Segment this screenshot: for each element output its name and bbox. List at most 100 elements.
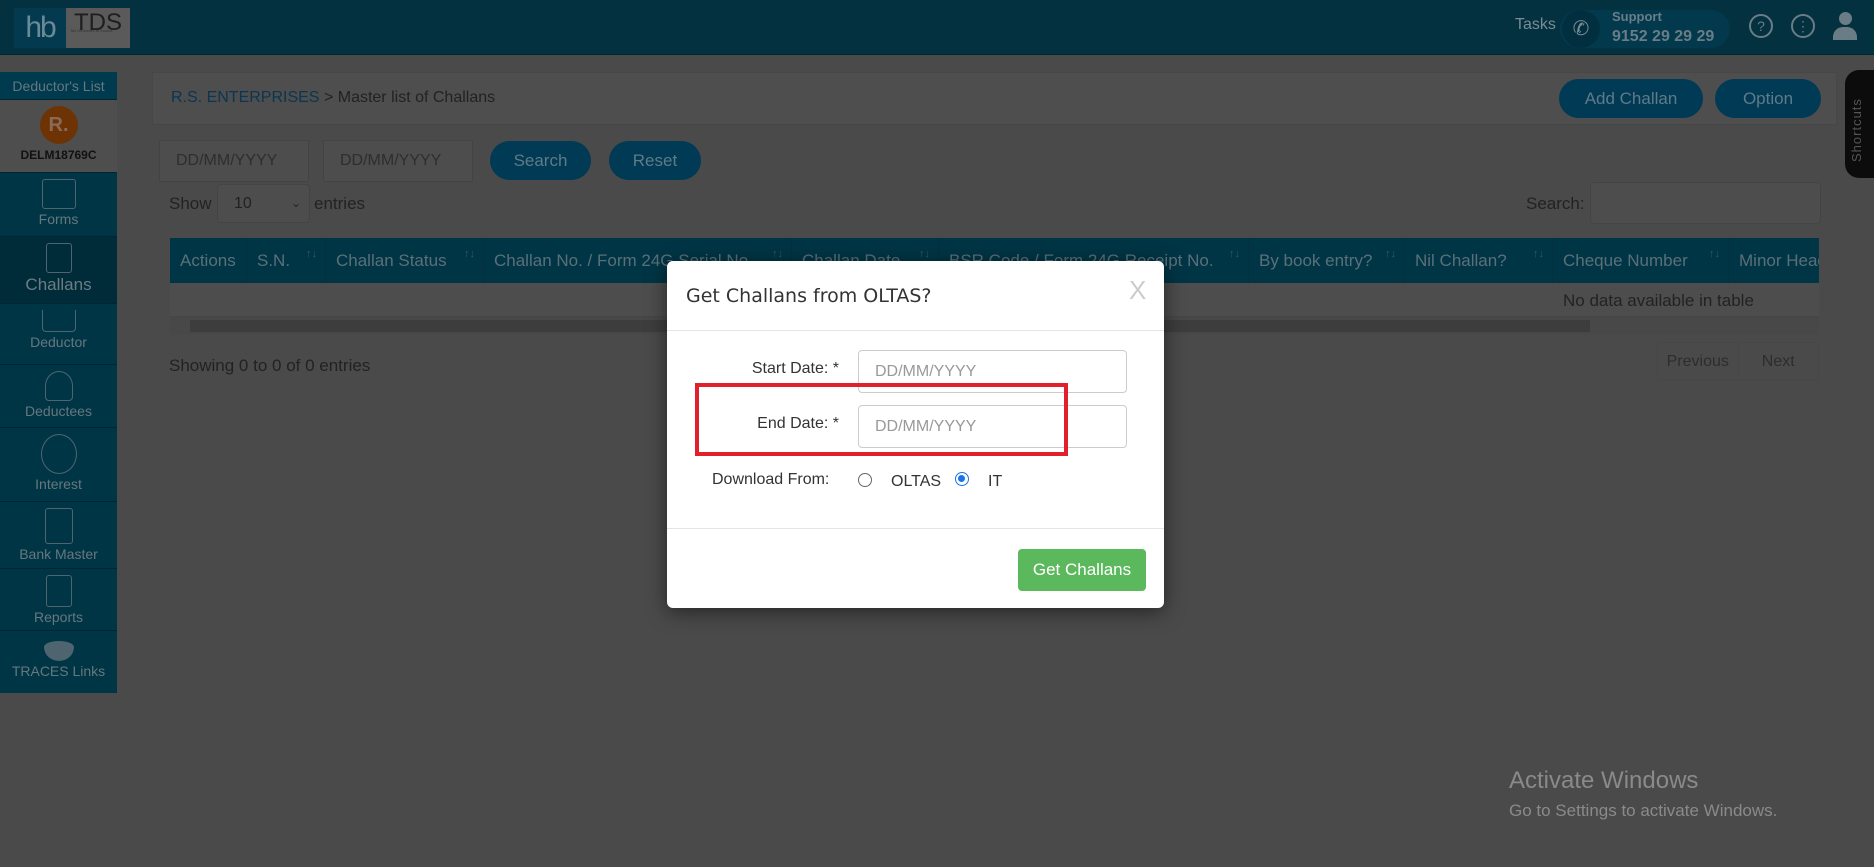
watermark-subtitle: Go to Settings to activate Windows. [1509,801,1778,820]
crown-icon [41,310,76,332]
sort-icon: ↑↓ [1709,248,1720,260]
col-book-entry[interactable]: By book entry? ↑↓ [1249,238,1405,283]
sidebar-item-label: Interest [35,476,82,492]
support-label: Support [1612,9,1662,24]
user-icon[interactable] [1833,12,1857,42]
reset-button[interactable]: Reset [609,141,701,180]
sidebar-item-label: Deductees [25,403,92,419]
logo-hb: hb [14,8,66,48]
radio-it[interactable] [955,472,969,486]
deductors-list-link[interactable]: Deductor's List [0,72,117,100]
logo-tagline: Tax Deducted at Source [70,28,113,33]
traces-icon [43,641,74,661]
from-date-input[interactable]: DD/MM/YYYY [159,140,309,182]
col-label: Nil Challan? [1415,251,1507,270]
sidebar-item-label: Forms [38,211,79,227]
table-search-input[interactable] [1590,182,1821,224]
add-challan-button[interactable]: Add Challan [1559,79,1703,118]
download-from-label: Download From: [712,471,830,488]
sidebar-item-traces-links[interactable]: TRACES Links [0,631,117,693]
col-challan-status[interactable]: Challan Status ↑↓ [326,238,484,283]
money-bag-icon [40,434,77,474]
close-icon[interactable]: X [1129,275,1146,306]
logo-tds: TDS Tax Deducted at Source [66,8,130,48]
col-label: Actions [180,251,236,270]
col-label: By book entry? [1259,251,1373,270]
bank-icon [44,508,73,544]
sidebar-item-bank-master[interactable]: Bank Master [0,502,117,569]
table-search-label: Search: [1526,194,1585,213]
more-icon[interactable]: ⋮ [1791,14,1815,38]
breadcrumb-current: Master list of Challans [337,89,496,106]
modal-divider [667,330,1164,331]
sidebar-item-label: Deductor [30,334,87,350]
col-label: S.N. [257,251,291,270]
tasks-link[interactable]: Tasks [1515,16,1556,34]
sort-icon: ↑↓ [1533,248,1544,260]
to-date-input[interactable]: DD/MM/YYYY [323,140,473,182]
top-header: hb TDS Tax Deducted at Source Tasks ✆ Sup… [0,0,1874,55]
start-date-label: Start Date: * [751,360,839,377]
logo[interactable]: hb TDS Tax Deducted at Source [14,8,130,48]
report-icon [45,575,72,607]
it-label[interactable]: IT [988,473,1002,491]
oltas-label[interactable]: OLTAS [891,473,941,491]
sidebar-item-label: Challans [25,275,92,294]
deductor-id: DELM18769C [20,148,97,162]
sidebar-item-label: TRACES Links [11,663,106,679]
chevron-down-icon: ⌄ [290,196,301,210]
help-icon[interactable]: ? [1749,14,1773,38]
empty-message: No data available in table [1563,291,1754,310]
pagination: Previous Next [1657,342,1819,381]
col-label: Minor Head [1739,251,1819,270]
col-minor-head[interactable]: Minor Head [1729,238,1819,283]
watermark-title: Activate Windows [1509,767,1699,794]
option-button[interactable]: Option [1715,79,1821,118]
entries-select[interactable]: 10 ⌄ [217,184,310,223]
shortcuts-tab[interactable]: Shortcuts [1845,70,1874,178]
modal-divider [667,528,1164,529]
get-challans-modal: Get Challans from OLTAS? X Start Date: *… [667,261,1164,608]
shortcuts-label: Shortcuts [1849,98,1864,162]
sort-icon: ↑↓ [464,248,475,260]
radio-oltas[interactable] [858,473,872,487]
col-label: Challan Status [336,251,447,270]
col-nil-challan[interactable]: Nil Challan? ↑↓ [1405,238,1553,283]
col-sn[interactable]: S.N. ↑↓ [247,238,326,283]
breadcrumb-company[interactable]: R.S. ENTERPRISES [171,89,319,106]
sidebar-item-forms[interactable]: Forms [0,173,117,237]
next-button[interactable]: Next [1739,343,1819,380]
modal-title: Get Challans from OLTAS? [686,285,932,307]
sidebar-item-reports[interactable]: Reports [0,569,117,631]
sort-icon: ↑↓ [1229,248,1240,260]
get-challans-button[interactable]: Get Challans [1018,549,1146,591]
sort-icon: ↑↓ [1385,248,1396,260]
challan-icon [45,243,72,273]
sidebar: Deductor's List R. DELM18769C Forms Chal… [0,72,117,693]
col-label: Cheque Number [1563,251,1688,270]
sidebar-item-challans[interactable]: Challans [0,237,117,304]
sidebar-item-deductees[interactable]: Deductees [0,365,117,428]
breadcrumb: R.S. ENTERPRISES > Master list of Challa… [171,89,495,107]
forms-icon [41,179,76,209]
col-cheque-number[interactable]: Cheque Number ↑↓ [1553,238,1729,283]
avatar: R. [39,106,78,144]
support-phone: 9152 29 29 29 [1612,28,1715,45]
entries-value: 10 [234,195,252,212]
show-label: Show [169,194,212,213]
search-button[interactable]: Search [490,141,591,180]
col-actions[interactable]: Actions [170,238,247,283]
sidebar-item-label: Bank Master [19,546,98,562]
highlight-box [695,383,1068,456]
previous-button[interactable]: Previous [1658,343,1739,380]
person-icon [44,371,73,401]
sidebar-item-label: Reports [33,609,84,625]
breadcrumb-separator: > [323,89,334,106]
deductor-profile[interactable]: R. DELM18769C [0,100,117,173]
entries-label: entries [314,194,366,213]
table-info: Showing 0 to 0 of 0 entries [169,356,371,375]
activate-windows-watermark: Activate Windows Go to Settings to activ… [1509,767,1777,821]
sidebar-item-deductor[interactable]: Deductor [0,304,117,365]
sort-icon: ↑↓ [306,248,317,260]
sidebar-item-interest[interactable]: Interest [0,428,117,502]
